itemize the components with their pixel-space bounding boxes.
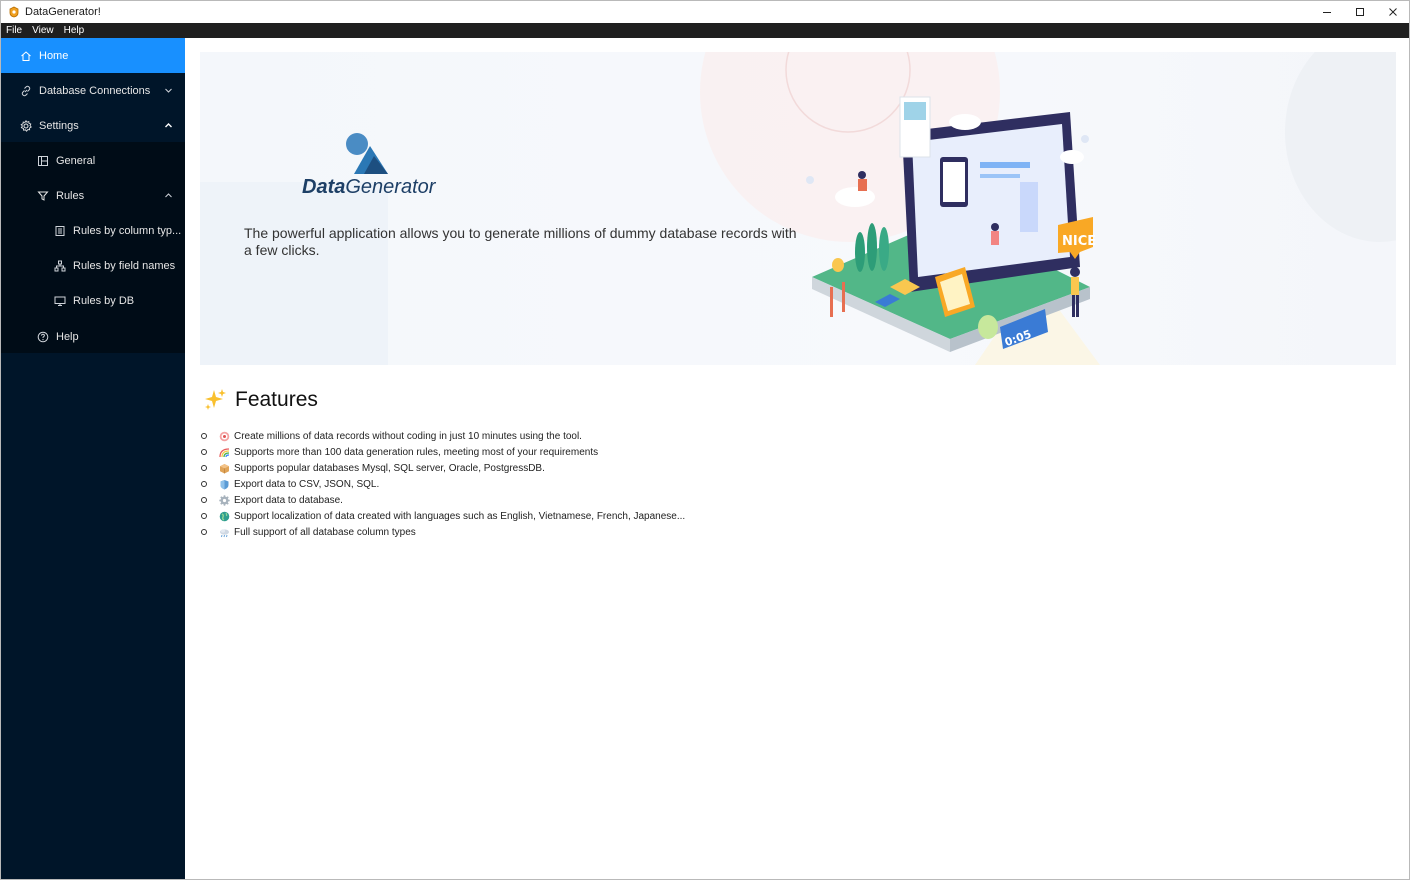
sidebar-item-database-connections[interactable]: Database Connections xyxy=(1,73,185,108)
layout-icon xyxy=(36,154,50,168)
sidebar-item-label: Rules by column typ... xyxy=(73,224,182,237)
link-icon xyxy=(19,84,33,98)
title-bar: DataGenerator! xyxy=(1,1,1409,23)
gear-icon xyxy=(218,494,230,506)
menu-file[interactable]: File xyxy=(1,23,27,38)
feature-text: Create millions of data records without … xyxy=(234,430,582,442)
minimize-icon xyxy=(1322,12,1331,13)
question-icon xyxy=(36,330,50,344)
chevron-down-icon xyxy=(163,85,173,95)
bullet-icon xyxy=(201,529,207,535)
minimize-button[interactable] xyxy=(1310,1,1343,23)
hero-description: The powerful application allows you to g… xyxy=(244,225,797,258)
bullet-icon xyxy=(201,465,207,471)
sidebar-item-label: Settings xyxy=(39,119,79,132)
feature-text: Export data to database. xyxy=(234,494,343,506)
bullet-icon xyxy=(201,497,207,503)
close-icon xyxy=(1388,8,1397,16)
chevron-up-icon xyxy=(163,190,173,200)
sidebar-item-home[interactable]: Home xyxy=(1,38,185,73)
feature-text: Supports popular databases Mysql, SQL se… xyxy=(234,462,545,474)
menu-view[interactable]: View xyxy=(27,23,59,38)
sidebar-item-label: Rules by DB xyxy=(73,294,135,307)
list-item: Export data to CSV, JSON, SQL. xyxy=(201,476,685,492)
features-title: Features xyxy=(235,388,318,411)
app-logo-icon xyxy=(6,4,22,20)
monitor-icon xyxy=(53,294,67,308)
list-icon xyxy=(53,224,67,238)
cluster-icon xyxy=(53,259,67,273)
logo-text-light: Generator xyxy=(345,176,436,198)
sidebar-item-help[interactable]: Help xyxy=(1,319,185,354)
app-window: DataGenerator! File View Help Home Datab… xyxy=(0,0,1410,880)
shield-icon xyxy=(218,478,230,490)
list-item: Full support of all database column type… xyxy=(201,524,685,540)
badge-text: NICE xyxy=(1062,234,1096,249)
bullet-icon xyxy=(201,481,207,487)
hero-banner: DataGenerator The powerful application a… xyxy=(200,52,1396,365)
list-item: Support localization of data created wit… xyxy=(201,508,685,524)
main-content: DataGenerator The powerful application a… xyxy=(185,38,1409,879)
home-icon xyxy=(19,49,33,63)
maximize-button[interactable] xyxy=(1343,1,1376,23)
window-title: DataGenerator! xyxy=(25,6,101,18)
sparkles-icon xyxy=(205,389,226,410)
list-item: Create millions of data records without … xyxy=(201,428,685,444)
feature-text: Supports more than 100 data generation r… xyxy=(234,446,599,458)
workspace-illustration: NICE 0:05 xyxy=(806,96,1096,352)
sidebar-item-label: Rules xyxy=(56,189,85,202)
bullet-icon xyxy=(201,449,207,455)
sidebar-item-label: General xyxy=(56,154,96,167)
logo-text-bold: Data xyxy=(302,176,346,198)
bullet-icon xyxy=(201,433,207,439)
list-item: Export data to database. xyxy=(201,492,685,508)
sidebar-item-rules[interactable]: Rules xyxy=(1,178,185,213)
hero-background-icon xyxy=(200,52,1396,365)
window-controls xyxy=(1310,1,1409,23)
feature-text: Support localization of data created wit… xyxy=(234,510,686,522)
sidebar-item-label: Rules by field names xyxy=(73,259,176,272)
logo-text: DataGenerator xyxy=(302,176,435,199)
sidebar-item-rules-by-column-type[interactable]: Rules by column typ... xyxy=(1,213,185,248)
list-item: Supports more than 100 data generation r… xyxy=(201,444,685,460)
target-icon xyxy=(218,430,230,442)
menu-help[interactable]: Help xyxy=(59,23,90,38)
package-icon xyxy=(218,462,230,474)
sidebar-item-label: Home xyxy=(39,49,69,62)
list-item: Supports popular databases Mysql, SQL se… xyxy=(201,460,685,476)
globe-icon xyxy=(218,510,230,522)
datagenerator-logo: DataGenerator xyxy=(300,132,450,202)
sidebar-item-label: Help xyxy=(56,330,79,343)
sidebar-item-label: Database Connections xyxy=(39,84,151,97)
cloud-icon xyxy=(218,526,230,538)
sidebar-item-settings[interactable]: Settings xyxy=(1,108,185,143)
features-heading: Features xyxy=(203,388,318,412)
chevron-up-icon xyxy=(163,120,173,130)
sidebar-item-rules-by-field-names[interactable]: Rules by field names xyxy=(1,248,185,283)
feature-text: Export data to CSV, JSON, SQL. xyxy=(234,478,380,490)
feature-list: Create millions of data records without … xyxy=(201,428,685,540)
gear-icon xyxy=(19,119,33,133)
feature-text: Full support of all database column type… xyxy=(234,526,416,538)
sidebar-item-rules-by-db[interactable]: Rules by DB xyxy=(1,283,185,318)
filter-icon xyxy=(36,189,50,203)
close-button[interactable] xyxy=(1376,1,1409,23)
bullet-icon xyxy=(201,513,207,519)
rainbow-icon xyxy=(218,446,230,458)
sidebar-item-general[interactable]: General xyxy=(1,143,185,178)
menu-bar: File View Help xyxy=(1,23,1409,38)
maximize-icon xyxy=(1355,8,1364,16)
sidebar: Home Database Connections Settings Gener… xyxy=(1,38,185,879)
